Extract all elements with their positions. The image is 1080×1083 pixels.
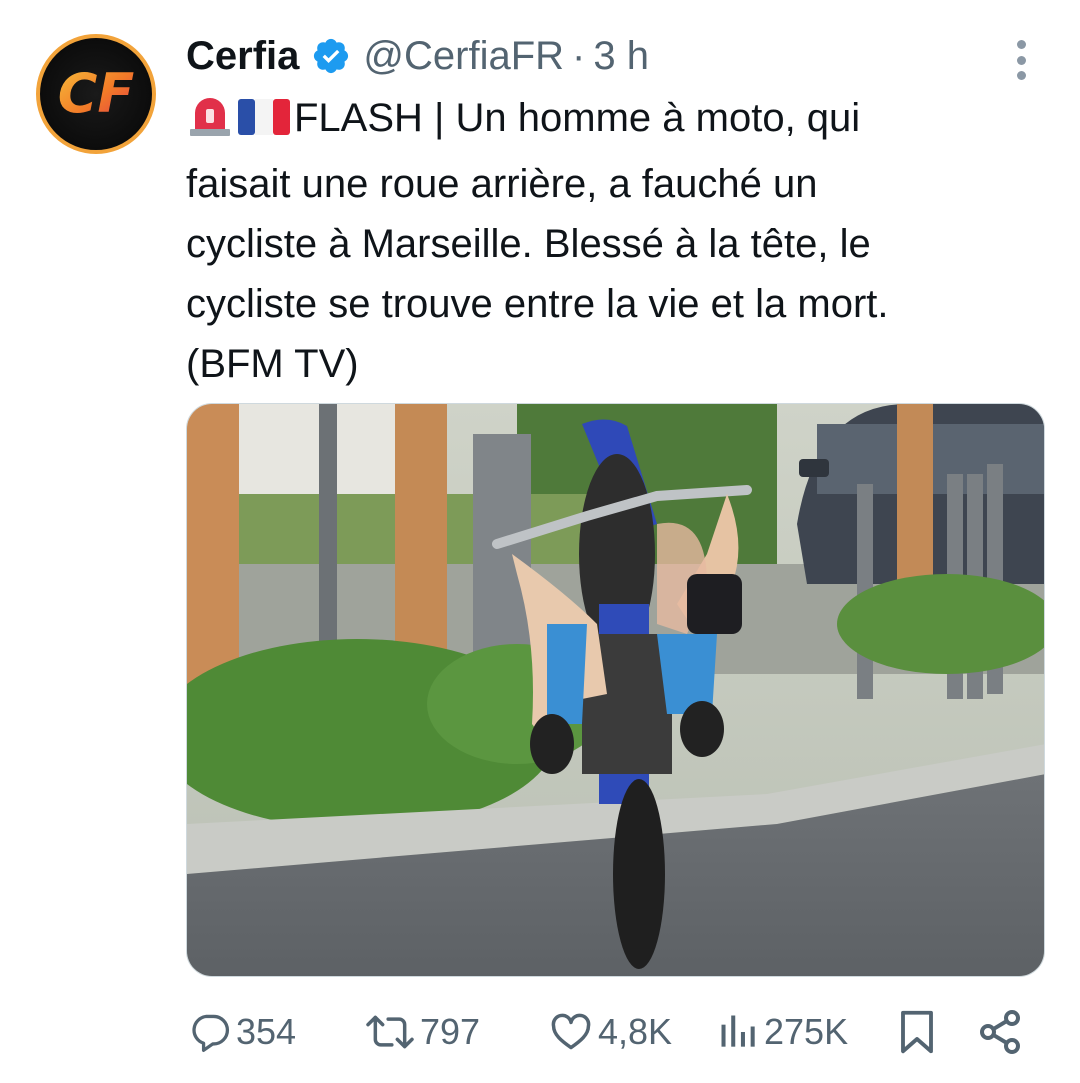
view-count: 275K: [764, 1011, 849, 1052]
like-button[interactable]: 4,8K: [548, 1004, 672, 1060]
tweet-line-4: cycliste se trouve entre la vie et la mo…: [186, 282, 889, 326]
motorbike-wheelie-photo: [187, 404, 1044, 976]
separator-dot: ·: [572, 33, 586, 78]
tweet-line-1-text: FLASH | Un homme à moto, qui: [294, 96, 861, 140]
timestamp[interactable]: 3 h: [593, 34, 649, 79]
author-name[interactable]: Cerfia: [186, 34, 299, 79]
like-count: 4,8K: [598, 1011, 673, 1052]
france-flag-emoji: [238, 94, 290, 154]
cerfia-logo: CF: [58, 62, 135, 125]
tweet-line-5: (BFM TV): [186, 342, 359, 386]
more-options-icon[interactable]: [1004, 38, 1038, 82]
tweet-actions: 354 797 4,8K 275K: [0, 1004, 1080, 1060]
reply-button[interactable]: 354: [188, 1004, 296, 1060]
tweet-line-2: faisait une roue arrière, a fauché un: [186, 162, 818, 206]
bookmark-icon: [901, 1010, 933, 1054]
author-handle[interactable]: @CerfiaFR: [363, 34, 564, 79]
retweet-count: 797: [420, 1011, 481, 1052]
share-button[interactable]: [976, 1004, 1024, 1060]
tweet-photo[interactable]: [186, 403, 1045, 977]
reply-icon: [192, 1014, 230, 1052]
share-icon: [980, 1010, 1020, 1054]
retweet-icon: [366, 1015, 414, 1049]
views-icon: [721, 1015, 755, 1047]
retweet-button[interactable]: 797: [364, 1004, 480, 1060]
bookmark-button[interactable]: [896, 1004, 938, 1060]
views-button[interactable]: 275K: [716, 1004, 848, 1060]
tweet-line-1: FLASH | Un homme à moto, qui: [186, 88, 1046, 154]
verified-badge-icon: [311, 36, 351, 76]
tweet-header: Cerfia @CerfiaFR · 3 h: [186, 30, 649, 82]
avatar[interactable]: CF: [36, 34, 156, 154]
rotating-light-emoji: [186, 93, 234, 154]
reply-count: 354: [236, 1011, 297, 1052]
like-icon: [551, 1013, 591, 1050]
svg-text:CF: CF: [58, 62, 135, 125]
tweet-text: FLASH | Un homme à moto, qui faisait une…: [186, 88, 1046, 394]
tweet-line-3: cycliste à Marseille. Blessé à la tête, …: [186, 222, 871, 266]
